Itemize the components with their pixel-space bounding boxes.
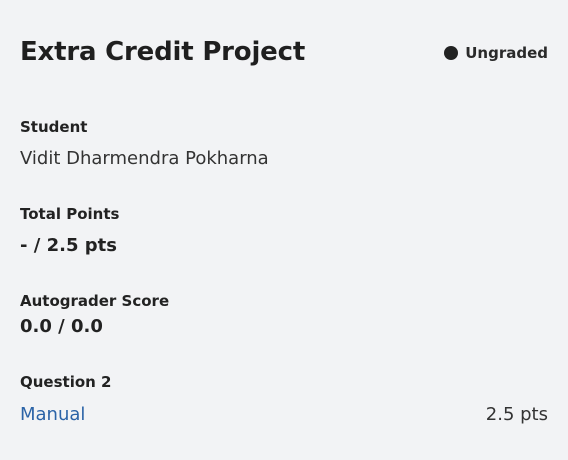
question-label: Question 2 <box>20 373 112 391</box>
student-label: Student <box>20 118 88 136</box>
question-points: 2.5 pts <box>485 404 548 425</box>
student-name: Vidit Dharmendra Pokharna <box>20 148 269 169</box>
grading-status: Ungraded <box>444 43 548 63</box>
status-dot-icon <box>444 46 459 60</box>
assignment-title: Extra Credit Project <box>20 37 306 67</box>
autograder-score-value: 0.0 / 0.0 <box>20 316 103 337</box>
total-points-label: Total Points <box>20 205 120 223</box>
status-label: Ungraded <box>465 44 548 62</box>
total-points-value: - / 2.5 pts <box>20 235 117 256</box>
submission-summary-panel: Extra Credit Project Ungraded Student Vi… <box>0 0 568 460</box>
autograder-score-label: Autograder Score <box>20 292 170 310</box>
question-manual-link[interactable]: Manual <box>20 403 85 427</box>
